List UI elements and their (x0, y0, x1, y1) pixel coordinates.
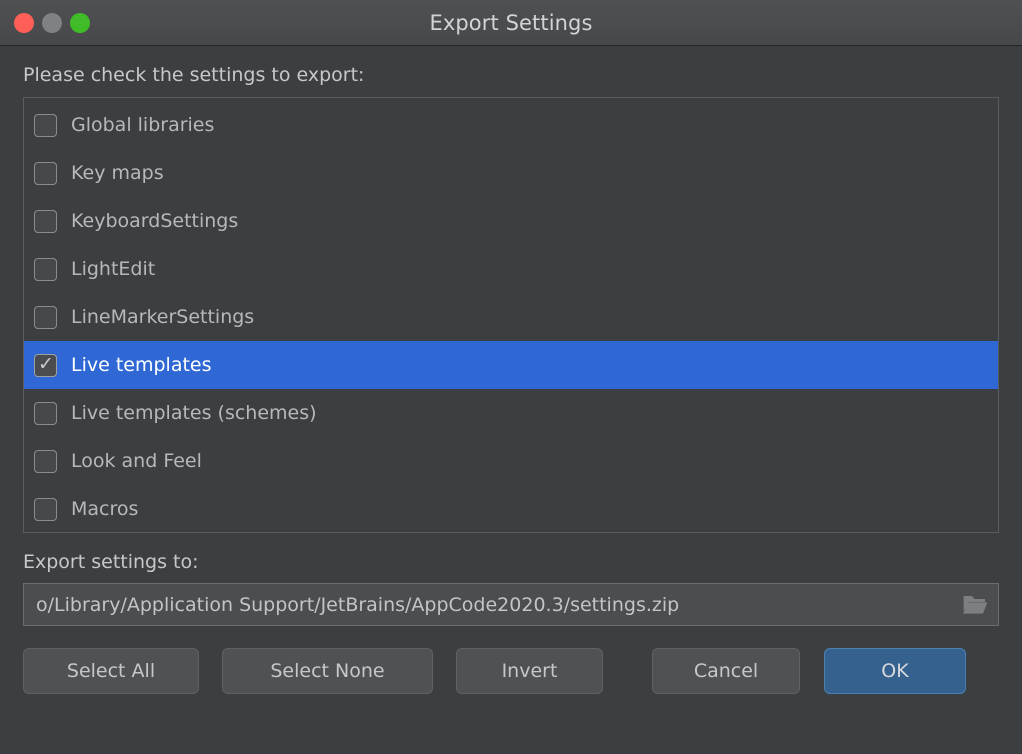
export-path-label: Export settings to: (23, 551, 199, 573)
settings-list-row-label: Macros (71, 498, 139, 520)
settings-list-row[interactable]: LightEdit (24, 245, 998, 293)
minimize-window-button[interactable] (42, 12, 62, 33)
ok-button[interactable]: OK (824, 648, 966, 694)
settings-list-row[interactable]: Key maps (24, 149, 998, 197)
settings-list-row-label: Live templates (schemes) (71, 402, 317, 424)
settings-list-row-label: LightEdit (71, 258, 156, 280)
export-path-field[interactable]: o/Library/Application Support/JetBrains/… (23, 583, 999, 626)
invert-button[interactable]: Invert (456, 648, 603, 694)
dialog-content: Please check the settings to export: Glo… (0, 46, 1022, 754)
export-settings-dialog: Export Settings Please check the setting… (0, 0, 1022, 754)
settings-list-row[interactable]: KeyboardSettings (24, 197, 998, 245)
settings-list-row-label: Look and Feel (71, 450, 202, 472)
check-icon: ✓ (38, 352, 54, 375)
settings-list-row-label: Global libraries (71, 114, 215, 136)
window-title: Export Settings (429, 10, 593, 35)
checkbox-unchecked[interactable] (34, 113, 57, 137)
checkbox-checked[interactable]: ✓ (34, 352, 57, 377)
settings-list-row-label: KeyboardSettings (71, 210, 239, 232)
settings-list-row-label: Key maps (71, 162, 164, 184)
settings-list-row[interactable]: LineMarkerSettings (24, 293, 998, 341)
settings-list-row[interactable]: Macros (24, 485, 998, 532)
dialog-button-row: Select All Select None Invert Cancel OK (23, 648, 999, 694)
window-titlebar: Export Settings (0, 0, 1022, 46)
checkbox-unchecked[interactable] (34, 161, 57, 185)
window-controls (14, 0, 90, 45)
instructions-label: Please check the settings to export: (23, 64, 365, 86)
close-window-button[interactable] (14, 12, 34, 33)
maximize-window-button[interactable] (70, 12, 90, 33)
select-all-button[interactable]: Select All (23, 648, 199, 694)
settings-list-row-label: LineMarkerSettings (71, 306, 255, 328)
checkbox-unchecked[interactable] (34, 401, 57, 425)
settings-list[interactable]: Global libraries Key maps KeyboardSettings… (23, 97, 999, 533)
cancel-button[interactable]: Cancel (652, 648, 800, 694)
settings-list-row[interactable]: ✓ Live templates (24, 341, 998, 389)
folder-icon[interactable] (960, 592, 990, 618)
export-path-value[interactable]: o/Library/Application Support/JetBrains/… (36, 593, 960, 617)
select-none-button[interactable]: Select None (222, 648, 433, 694)
settings-list-row-label: Live templates (71, 354, 212, 376)
settings-list-row[interactable]: Global libraries (24, 101, 998, 149)
settings-list-row[interactable]: Look and Feel (24, 437, 998, 485)
checkbox-unchecked[interactable] (34, 257, 57, 281)
checkbox-unchecked[interactable] (34, 497, 57, 521)
checkbox-unchecked[interactable] (34, 305, 57, 329)
settings-list-row[interactable]: Live templates (schemes) (24, 389, 998, 437)
checkbox-unchecked[interactable] (34, 449, 57, 473)
checkbox-unchecked[interactable] (34, 209, 57, 233)
